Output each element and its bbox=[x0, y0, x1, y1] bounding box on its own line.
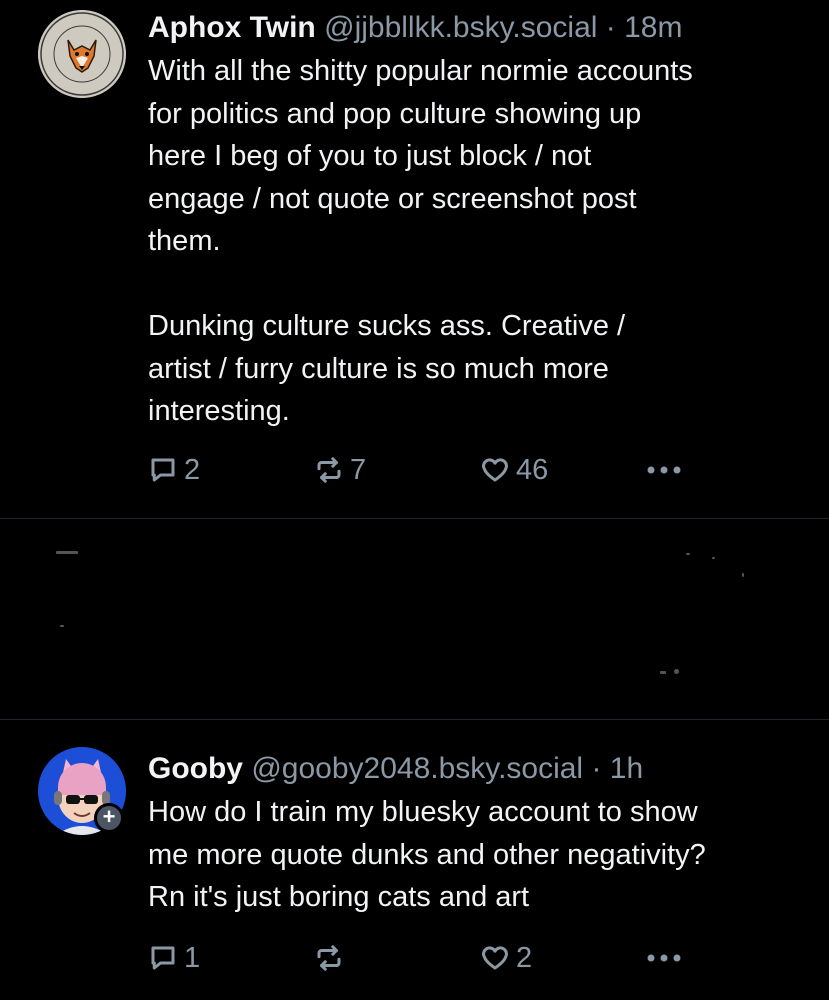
avatar[interactable] bbox=[38, 10, 126, 98]
speck bbox=[712, 557, 715, 559]
post-content: Aphox Twin @jjbbllkk.bsky.social · 18m W… bbox=[148, 10, 808, 433]
post-text: With all the shitty popular normie accou… bbox=[148, 55, 693, 427]
more-button[interactable] bbox=[646, 938, 688, 978]
speck bbox=[674, 669, 679, 674]
like-icon bbox=[482, 458, 508, 482]
speck bbox=[60, 625, 64, 627]
like-count: 2 bbox=[516, 941, 533, 974]
repost-icon bbox=[317, 457, 341, 483]
display-name[interactable]: Gooby bbox=[148, 752, 243, 785]
post-actions: 2 7 46 bbox=[148, 450, 688, 490]
post-text: How do I train my bluesky account to sho… bbox=[148, 796, 706, 913]
repost-icon bbox=[317, 945, 341, 971]
post[interactable]: Aphox Twin @jjbbllkk.bsky.social · 18m W… bbox=[0, 0, 829, 518]
more-icon bbox=[647, 954, 681, 962]
separator: · bbox=[591, 752, 602, 785]
separator: · bbox=[605, 11, 616, 44]
post-header: Gooby @gooby2048.bsky.social · 1h bbox=[148, 751, 808, 787]
speck bbox=[660, 671, 666, 674]
like-icon bbox=[482, 946, 508, 970]
more-icon bbox=[647, 466, 681, 474]
speck bbox=[686, 553, 690, 555]
timestamp[interactable]: 1h bbox=[610, 752, 643, 785]
reply-button[interactable]: 2 bbox=[148, 450, 200, 490]
post-actions: 1 2 bbox=[148, 938, 688, 978]
speck bbox=[56, 551, 78, 554]
fox-emblem-icon bbox=[38, 10, 126, 98]
handle[interactable]: @jjbbllkk.bsky.social bbox=[324, 11, 597, 44]
more-button[interactable] bbox=[646, 450, 688, 490]
post-content: Gooby @gooby2048.bsky.social · 1h How do… bbox=[148, 751, 808, 919]
follow-button[interactable]: + bbox=[94, 803, 124, 833]
like-count: 46 bbox=[516, 453, 549, 486]
reply-count: 2 bbox=[184, 453, 201, 486]
repost-button[interactable]: 7 bbox=[314, 450, 366, 490]
hidden-post-area bbox=[0, 519, 829, 719]
reply-icon bbox=[151, 946, 175, 970]
reply-icon bbox=[151, 458, 175, 482]
like-button[interactable]: 2 bbox=[480, 938, 532, 978]
repost-button[interactable] bbox=[314, 938, 350, 978]
post-header: Aphox Twin @jjbbllkk.bsky.social · 18m bbox=[148, 10, 808, 46]
reply-button[interactable]: 1 bbox=[148, 938, 200, 978]
timestamp[interactable]: 18m bbox=[624, 11, 682, 44]
like-button[interactable]: 46 bbox=[480, 450, 548, 490]
speck bbox=[742, 573, 744, 577]
repost-count: 7 bbox=[350, 453, 367, 486]
handle[interactable]: @gooby2048.bsky.social bbox=[251, 752, 583, 785]
display-name[interactable]: Aphox Twin bbox=[148, 11, 316, 44]
reply-count: 1 bbox=[184, 941, 201, 974]
